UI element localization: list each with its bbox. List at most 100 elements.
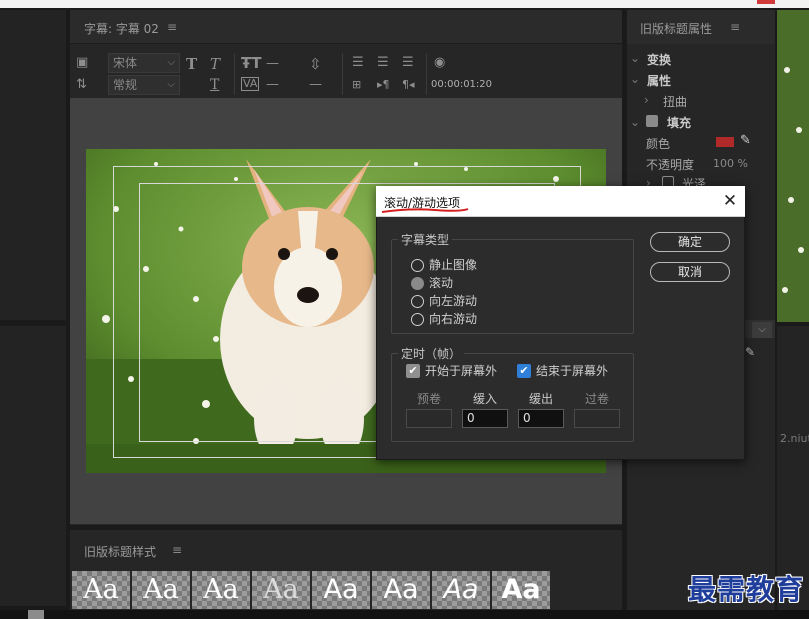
radio-circle-checked[interactable] — [411, 277, 424, 290]
leading-icon: ⇳ — [309, 55, 322, 73]
align-right-icon[interactable]: ☰ — [402, 55, 414, 71]
window-close-strip[interactable] — [757, 0, 775, 4]
style-swatch[interactable]: Aa — [132, 571, 190, 609]
radio-still[interactable]: 静止图像 — [411, 256, 521, 274]
easeout-input[interactable]: 0 — [518, 409, 564, 428]
title-editor-tab-label: 字幕: 字幕 02 — [84, 22, 159, 36]
chevron-down-icon[interactable]: ⌄ — [630, 115, 640, 129]
radio-label: 滚动 — [429, 276, 454, 290]
color-label: 颜色 — [646, 137, 671, 151]
ok-button[interactable]: 确定 — [650, 232, 730, 252]
left-panel-lower — [0, 326, 66, 606]
toolbar-divider — [342, 53, 343, 95]
leading-value[interactable]: — — [309, 77, 322, 93]
kerning-icon: VA — [241, 77, 260, 91]
radio-crawl-right[interactable]: 向右游动 — [411, 310, 521, 328]
italic-icon[interactable]: T — [210, 56, 220, 72]
postroll-input[interactable] — [574, 409, 620, 428]
chevron-right-icon[interactable]: › — [644, 93, 649, 107]
timing-title: 定时（帧） — [398, 345, 465, 362]
radio-roll[interactable]: 滚动 — [411, 274, 521, 292]
style-swatch[interactable]: Aa — [72, 571, 130, 609]
pin-icon[interactable]: ✎ — [745, 345, 755, 359]
font-style-select[interactable]: 常规 ⌵ — [108, 75, 180, 95]
start-offscreen-checkbox[interactable]: ✔ 开始于屏幕外 — [406, 362, 510, 380]
chevron-down-icon[interactable]: ⌄ — [630, 51, 640, 65]
checkmark-icon[interactable]: ✔ — [517, 364, 531, 378]
style-swatch[interactable]: Aa — [312, 571, 370, 609]
easeout-label: 缓出 — [528, 392, 553, 406]
radio-label: 静止图像 — [429, 258, 478, 272]
timecode[interactable]: 00:00:01:20 — [431, 77, 492, 93]
style-swatch[interactable]: Aa — [432, 571, 490, 609]
opacity-label: 不透明度 — [646, 158, 695, 172]
checkbox-label: 结束于屏幕外 — [536, 364, 609, 378]
style-swatch[interactable]: Aa — [372, 571, 430, 609]
bottom-bar — [0, 610, 809, 619]
panel-menu-icon[interactable]: ≡ — [730, 20, 740, 34]
tab-stops-button-icon[interactable]: ⊞ — [352, 77, 361, 93]
align-center-icon[interactable]: ☰ — [377, 55, 389, 71]
distort-section[interactable]: 扭曲 — [663, 93, 687, 110]
background-window-text: 2.niutu — [780, 432, 809, 445]
preroll-label: 预卷 — [416, 392, 441, 406]
toolbar-divider — [234, 53, 235, 95]
subtitle-type-title: 字幕类型 — [398, 231, 453, 248]
fill-color-swatch[interactable] — [716, 137, 734, 147]
bold-icon[interactable]: T — [186, 56, 197, 72]
style-swatch[interactable]: Aa — [252, 571, 310, 609]
background-window-photo — [777, 10, 809, 322]
close-icon[interactable]: ✕ — [720, 191, 740, 211]
transform-section[interactable]: 变换 — [647, 51, 671, 68]
watermark-logo: 最需教育 — [688, 573, 805, 606]
end-offscreen-checkbox[interactable]: ✔ 结束于屏幕外 — [517, 362, 621, 380]
chevron-down-icon: ⌵ — [167, 57, 175, 68]
title-properties-label: 旧版标题属性 — [640, 22, 713, 36]
align-left-icon[interactable]: ☰ — [352, 55, 364, 71]
chevron-down-icon: ⌵ — [167, 79, 175, 90]
chevron-down-icon[interactable]: ⌄ — [630, 72, 640, 86]
checkbox-label: 开始于屏幕外 — [425, 364, 498, 378]
title-styles-label: 旧版标题样式 — [84, 545, 157, 559]
font-size-icon: ŦT — [241, 54, 262, 72]
kerning-value[interactable]: — — [266, 77, 279, 93]
fill-section[interactable]: 填充 — [667, 114, 691, 131]
radio-crawl-left[interactable]: 向左游动 — [411, 292, 521, 310]
flowers-illustration — [777, 10, 809, 322]
radio-circle[interactable] — [411, 313, 424, 326]
radio-label: 向右游动 — [429, 312, 478, 326]
font-family-select[interactable]: 宋体 ⌵ — [108, 53, 180, 73]
radio-circle[interactable] — [411, 295, 424, 308]
postroll-label: 过卷 — [584, 392, 609, 406]
fill-checkbox[interactable] — [646, 115, 658, 127]
bottom-bar-thumb[interactable] — [28, 610, 44, 619]
red-annotation-stroke — [381, 208, 469, 213]
preroll-input[interactable] — [406, 409, 452, 428]
easein-label: 缓入 — [472, 392, 497, 406]
radio-label: 向左游动 — [429, 294, 478, 308]
underline-icon[interactable]: T — [210, 77, 219, 93]
font-style-value: 常规 — [113, 78, 138, 92]
roll-crawl-icon[interactable]: ▸¶ — [377, 77, 390, 93]
background-video-icon[interactable]: ▣ — [76, 55, 88, 71]
checkmark-icon[interactable]: ✔ — [406, 364, 420, 378]
toolbar-divider — [426, 53, 427, 95]
left-panel-upper — [0, 10, 66, 320]
paragraph-icon[interactable]: ¶◂ — [402, 77, 415, 93]
tab-stops-icon[interactable]: ⇅ — [76, 77, 87, 93]
panel-menu-icon[interactable]: ≡ — [172, 543, 182, 557]
properties-section[interactable]: 属性 — [647, 72, 671, 89]
eyedropper-icon[interactable]: ✎ — [740, 133, 751, 148]
chevron-down-icon[interactable]: ⌵ — [752, 322, 772, 338]
font-size-value[interactable]: — — [266, 56, 279, 72]
font-family-value: 宋体 — [113, 56, 138, 70]
top-strip — [0, 0, 809, 8]
easein-input[interactable]: 0 — [462, 409, 508, 428]
opacity-value[interactable]: 100 % — [713, 157, 748, 170]
radio-circle[interactable] — [411, 259, 424, 272]
show-background-icon[interactable]: ◉ — [434, 55, 445, 71]
cancel-button[interactable]: 取消 — [650, 262, 730, 282]
style-swatch[interactable]: Aa — [492, 571, 550, 609]
style-swatch[interactable]: Aa — [192, 571, 250, 609]
panel-menu-icon[interactable]: ≡ — [167, 20, 177, 34]
